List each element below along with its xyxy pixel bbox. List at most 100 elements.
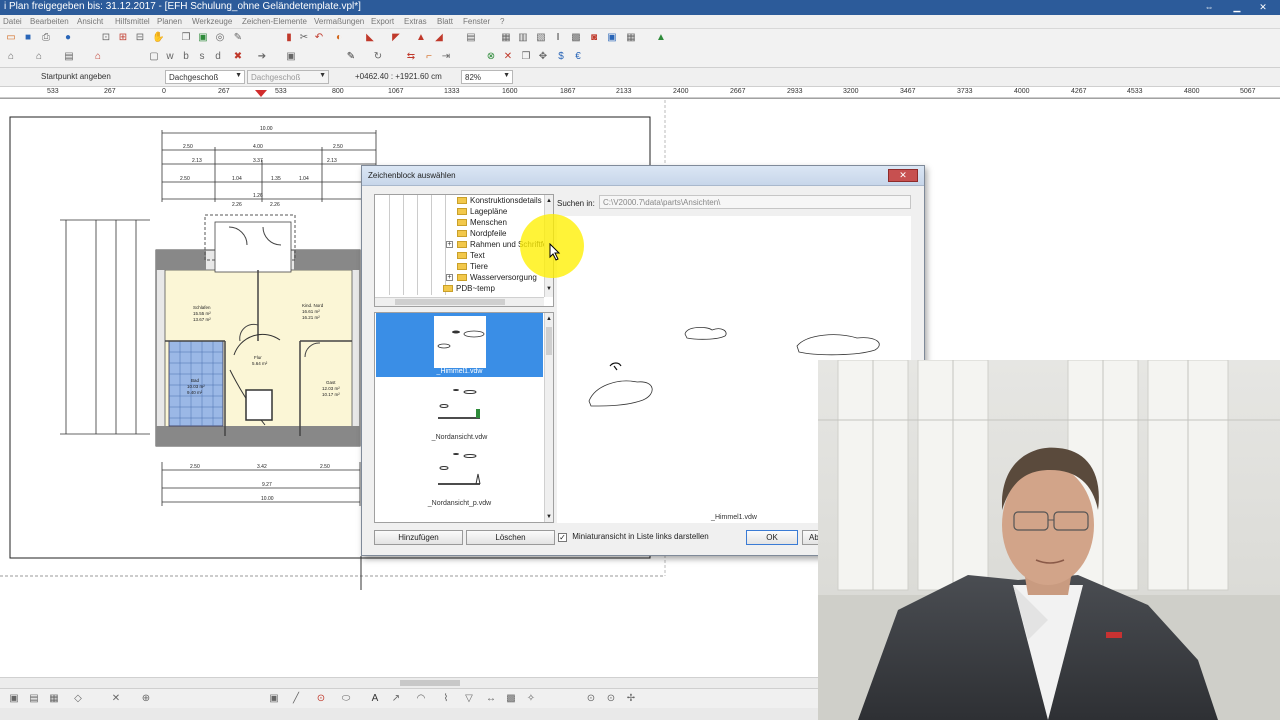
trim-icon[interactable]: ⌐ [423, 51, 435, 63]
pdf-icon[interactable]: ▮ [283, 32, 295, 44]
zoom-select[interactable]: 82% ▼ [461, 70, 513, 84]
menu-zeichen-elemente[interactable]: Zeichen-Elemente [242, 17, 307, 26]
canvas-horizontal-scrollbar[interactable] [0, 677, 820, 688]
remove-icon[interactable]: ✕ [502, 51, 514, 63]
copy2-icon[interactable]: ❐ [520, 51, 532, 63]
snap-w-icon[interactable]: w [164, 51, 176, 63]
restore-icon[interactable]: ⇔ [1198, 1, 1220, 13]
pan-hand-icon[interactable]: ✋ [152, 32, 164, 44]
column-icon[interactable]: ▥ [517, 32, 529, 44]
block-list[interactable]: _Himmel1.vdw _Nordansicht.vdw _Nordansic… [374, 312, 554, 523]
print-icon[interactable]: ⎙ [40, 32, 52, 44]
select-icon[interactable]: ▣ [8, 693, 20, 705]
menu-hilfsmittel[interactable]: Hilfsmittel [115, 17, 150, 26]
scroll-down-icon[interactable]: ▼ [546, 513, 552, 521]
minimize-icon[interactable]: ▁ [1226, 1, 1248, 13]
add-button[interactable]: Hinzufügen [374, 530, 463, 545]
measure-icon[interactable]: ✎ [232, 32, 244, 44]
undo-icon[interactable]: ↶ [313, 32, 325, 44]
open-folder-icon[interactable]: ▭ [5, 32, 17, 44]
arc-icon[interactable]: ◠ [415, 693, 427, 705]
floor-select[interactable]: Dachgeschoß ▼ [165, 70, 245, 84]
move-icon[interactable]: ✥ [537, 51, 549, 63]
close-window-icon[interactable]: ✕ [1252, 1, 1274, 13]
info-icon[interactable]: ● [62, 32, 74, 44]
wall-icon[interactable]: ▤ [465, 32, 477, 44]
menu-ansicht[interactable]: Ansicht [77, 17, 103, 26]
scroll-down-icon[interactable]: ▼ [546, 285, 552, 293]
tree-item-lageplaene[interactable]: Lagepläne [457, 207, 507, 218]
house-icon[interactable]: ⌂ [33, 51, 45, 63]
window-elem-icon[interactable]: ◤ [390, 32, 402, 44]
list-item[interactable]: _Nordansicht.vdw [376, 379, 543, 443]
grid-icon[interactable]: ▦ [500, 32, 512, 44]
settings-icon[interactable]: ▦ [625, 32, 637, 44]
paint-icon[interactable]: ◐ [333, 32, 345, 44]
scroll-up-icon[interactable]: ▲ [546, 197, 552, 205]
snap1-icon[interactable]: ▢ [148, 51, 160, 63]
circle-icon[interactable]: ⊙ [315, 693, 327, 705]
tree-horizontal-scrollbar[interactable] [375, 297, 544, 306]
zoom-icon[interactable]: ⊞ [117, 32, 129, 44]
scroll-thumb[interactable] [400, 680, 460, 686]
block-icon[interactable]: ▣ [606, 32, 618, 44]
tree-item-tiere[interactable]: Tiere [457, 262, 488, 273]
menu-export[interactable]: Export [371, 17, 394, 26]
line-icon[interactable]: ╱ [290, 693, 302, 705]
menu-bearbeiten[interactable]: Bearbeiten [30, 17, 69, 26]
menu-help[interactable]: ? [500, 17, 504, 26]
list-vertical-scrollbar[interactable]: ▲ ▼ [544, 313, 553, 522]
cut-icon[interactable]: ✂ [298, 32, 310, 44]
menu-vermassungen[interactable]: Vermaßungen [314, 17, 364, 26]
tree-item-text[interactable]: Text [457, 251, 485, 262]
euro-icon[interactable]: € [572, 51, 584, 63]
lock-icon[interactable]: ▣ [285, 51, 297, 63]
list-item[interactable]: _Nordansicht_p.vdw [376, 445, 543, 509]
tree-item-menschen[interactable]: Menschen [457, 218, 507, 229]
delete-icon[interactable]: ✖ [232, 51, 244, 63]
list-item[interactable]: _Himmel1.vdw [376, 313, 543, 377]
ortho-icon[interactable]: ◇ [72, 693, 84, 705]
floor-icon[interactable]: ▤ [63, 51, 75, 63]
expand-icon[interactable]: + [446, 274, 453, 281]
ellipse-icon[interactable]: ⬭ [340, 693, 352, 705]
menu-extras[interactable]: Extras [404, 17, 427, 26]
house-red-icon[interactable]: ⌂ [92, 51, 104, 63]
grid2-icon[interactable]: ▦ [48, 693, 60, 705]
polyline-icon[interactable]: ⌇ [440, 693, 452, 705]
snap-mid-icon[interactable]: ⊕ [140, 693, 152, 705]
currency-icon[interactable]: $ [555, 51, 567, 63]
snap-d-icon[interactable]: d [212, 51, 224, 63]
misc3-icon[interactable]: ✢ [625, 693, 637, 705]
roof-icon[interactable]: ▲ [415, 32, 427, 44]
scroll-thumb[interactable] [546, 327, 552, 355]
poly-icon[interactable]: ▽ [463, 693, 475, 705]
thumbnail-checkbox[interactable]: ✓ [558, 533, 567, 542]
misc2-icon[interactable]: ⊙ [605, 693, 617, 705]
tree-item-wasserversorgung[interactable]: Wasserversorgung [457, 273, 537, 284]
snap-toggle-icon[interactable]: ⊗ [485, 51, 497, 63]
expand-icon[interactable]: + [446, 241, 453, 248]
stairs-icon[interactable]: ◢ [433, 32, 445, 44]
box-icon[interactable]: ▣ [268, 693, 280, 705]
menu-fenster[interactable]: Fenster [463, 17, 490, 26]
tree-item-konstruktionsdetails[interactable]: Konstruktionsdetails [457, 196, 542, 207]
menu-datei[interactable]: Datei [3, 17, 22, 26]
thumbnail-checkbox-row[interactable]: ✓ Miniaturansicht in Liste links darstel… [558, 532, 709, 542]
zoom-all-icon[interactable]: ⊟ [134, 32, 146, 44]
zoom-window-icon[interactable]: ⊡ [100, 32, 112, 44]
dialog-close-button[interactable]: ✕ [888, 169, 918, 182]
menu-werkzeuge[interactable]: Werkzeuge [192, 17, 232, 26]
column2-icon[interactable]: ▧ [535, 32, 547, 44]
mirror-icon[interactable]: ⇆ [405, 51, 417, 63]
arrow-icon[interactable]: ➔ [256, 51, 268, 63]
tree-item-pdb-temp[interactable]: PDB~temp [443, 284, 495, 295]
tree-item-nordpfeile[interactable]: Nordpfeile [457, 229, 506, 240]
snap-b-icon[interactable]: b [180, 51, 192, 63]
symbol-icon[interactable]: ✧ [525, 693, 537, 705]
menu-planen[interactable]: Planen [157, 17, 182, 26]
snap-s-icon[interactable]: s [196, 51, 208, 63]
home-icon[interactable]: ⌂ [5, 51, 17, 63]
view3d-icon[interactable]: ◎ [214, 32, 226, 44]
menu-blatt[interactable]: Blatt [437, 17, 453, 26]
